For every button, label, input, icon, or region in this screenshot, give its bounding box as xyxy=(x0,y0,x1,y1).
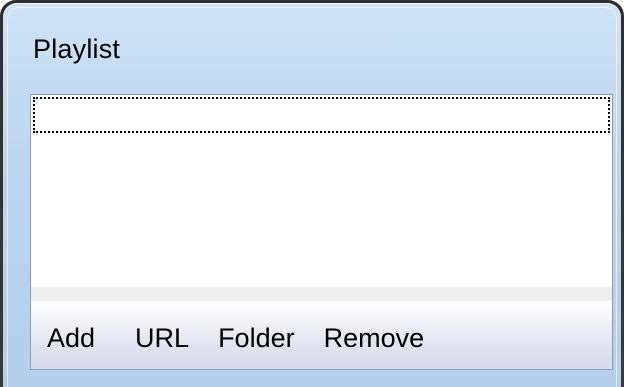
add-button[interactable]: Add xyxy=(47,317,95,354)
remove-button[interactable]: Remove xyxy=(324,317,425,354)
folder-button[interactable]: Folder xyxy=(218,317,295,354)
playlist-window: Playlist Add URL Folder Remove xyxy=(0,0,624,387)
toolbar-separator xyxy=(31,287,612,301)
playlist-toolbar: Add URL Folder Remove xyxy=(31,301,612,369)
playlist-list[interactable] xyxy=(31,95,612,287)
playlist-panel: Add URL Folder Remove xyxy=(30,94,613,370)
url-button[interactable]: URL xyxy=(135,317,189,354)
focused-list-item[interactable] xyxy=(33,97,610,133)
window-title: Playlist xyxy=(33,34,121,64)
